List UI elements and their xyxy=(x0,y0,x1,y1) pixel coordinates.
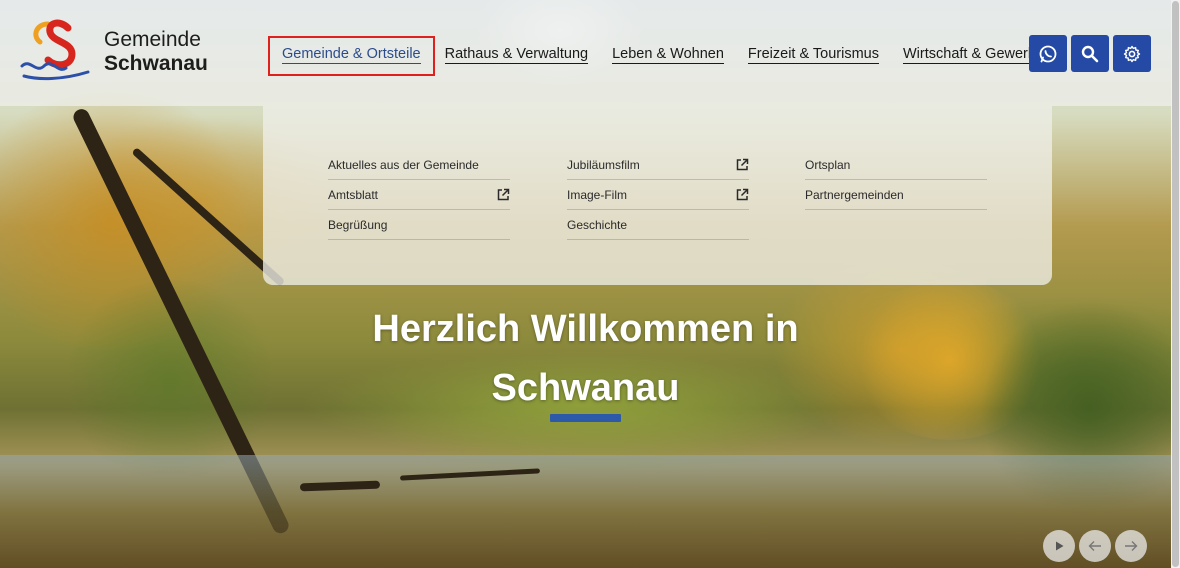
settings-button[interactable] xyxy=(1113,35,1151,72)
page-scrollbar[interactable] xyxy=(1171,0,1180,568)
slider-prev-button[interactable] xyxy=(1079,530,1111,562)
site-header: Gemeinde Schwanau Gemeinde & Ortsteile R… xyxy=(0,0,1171,106)
dropdown-link-geschichte[interactable]: Geschichte xyxy=(567,210,749,240)
nav-item-rathaus-verwaltung[interactable]: Rathaus & Verwaltung xyxy=(433,38,600,74)
nav-item-freizeit-tourismus[interactable]: Freizeit & Tourismus xyxy=(736,38,891,74)
search-button[interactable] xyxy=(1071,35,1109,72)
dropdown-link-amtsblatt[interactable]: Amtsblatt xyxy=(328,180,510,210)
settings-gear-icon xyxy=(1123,45,1141,62)
whatsapp-button[interactable] xyxy=(1029,35,1067,72)
nav-item-leben-wohnen[interactable]: Leben & Wohnen xyxy=(600,38,736,74)
dropdown-link-begruessung[interactable]: Begrüßung xyxy=(328,210,510,240)
hero-heading-line-1: Herzlich Willkommen in xyxy=(372,308,799,350)
dropdown-link-partnergemeinden[interactable]: Partnergemeinden xyxy=(805,180,987,210)
heading-accent-bar xyxy=(550,414,621,422)
hero-heading-line-2: Schwanau xyxy=(491,367,680,409)
nav-dropdown-gemeinde-ortsteile: Aktuelles aus der Gemeinde Amtsblatt Beg… xyxy=(263,106,1052,285)
external-link-icon xyxy=(736,188,749,201)
brand-line-1: Gemeinde xyxy=(104,28,201,51)
brand-name[interactable]: Gemeinde Schwanau xyxy=(104,28,208,76)
hero-heading: Herzlich Willkommen in Schwanau xyxy=(300,300,871,418)
dropdown-link-jubilaeumsfilm[interactable]: Jubiläumsfilm xyxy=(567,150,749,180)
scrollbar-thumb[interactable] xyxy=(1172,1,1179,567)
dropdown-link-ortsplan[interactable]: Ortsplan xyxy=(805,150,987,180)
dropdown-link-image-film[interactable]: Image-Film xyxy=(567,180,749,210)
arrow-left-icon xyxy=(1088,541,1101,551)
dropdown-link-aktuelles[interactable]: Aktuelles aus der Gemeinde xyxy=(328,150,510,180)
search-icon xyxy=(1081,45,1099,62)
nav-item-gemeinde-ortsteile[interactable]: Gemeinde & Ortsteile xyxy=(268,36,435,76)
dropdown-column-2: Jubiläumsfilm Image-Film Geschichte xyxy=(567,150,749,240)
external-link-icon xyxy=(497,188,510,201)
whatsapp-icon xyxy=(1039,45,1057,62)
brand-line-2: Schwanau xyxy=(104,52,208,75)
external-link-icon xyxy=(736,158,749,171)
main-navigation: Gemeinde & Ortsteile Rathaus & Verwaltun… xyxy=(268,36,1056,76)
dropdown-column-1: Aktuelles aus der Gemeinde Amtsblatt Beg… xyxy=(328,150,510,240)
slider-play-button[interactable] xyxy=(1043,530,1075,562)
schwanau-logo-icon[interactable] xyxy=(18,18,92,84)
dropdown-column-3: Ortsplan Partnergemeinden xyxy=(805,150,987,210)
play-icon xyxy=(1056,541,1064,551)
arrow-right-icon xyxy=(1125,541,1138,551)
slider-next-button[interactable] xyxy=(1115,530,1147,562)
